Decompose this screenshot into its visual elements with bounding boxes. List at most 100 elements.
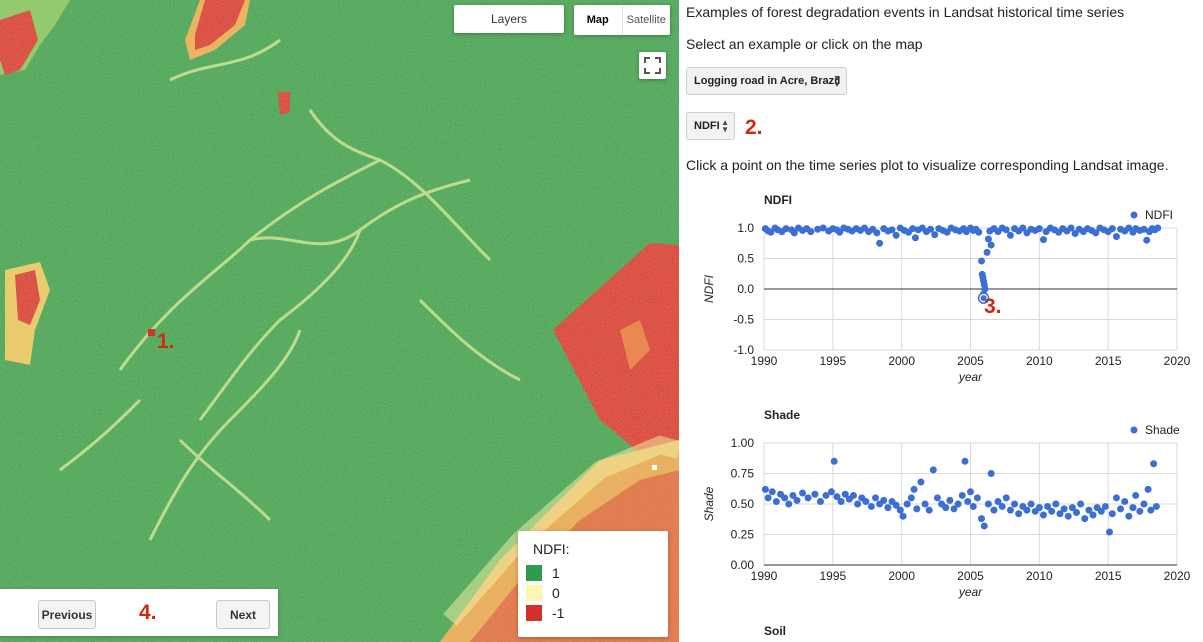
ndfi-data-point[interactable] bbox=[1035, 225, 1043, 233]
shade-data-point[interactable] bbox=[1077, 500, 1085, 508]
shade-data-point[interactable] bbox=[921, 500, 929, 508]
shade-data-point[interactable] bbox=[917, 478, 925, 486]
shade-data-point[interactable] bbox=[1073, 509, 1081, 517]
ndfi-data-point[interactable] bbox=[876, 239, 884, 247]
shade-data-point[interactable] bbox=[998, 502, 1006, 510]
shade-data-point[interactable] bbox=[1125, 512, 1133, 520]
shade-data-point[interactable] bbox=[1064, 512, 1072, 520]
ndfi-data-point[interactable] bbox=[892, 231, 900, 239]
shade-data-point[interactable] bbox=[837, 498, 845, 506]
shade-data-point[interactable] bbox=[1006, 506, 1014, 514]
shade-data-point[interactable] bbox=[804, 494, 812, 502]
shade-data-point[interactable] bbox=[1108, 510, 1116, 518]
shade-data-point[interactable] bbox=[1144, 485, 1152, 493]
shade-data-point[interactable] bbox=[772, 498, 780, 506]
ndfi-data-point[interactable] bbox=[1154, 224, 1162, 232]
ndfi-data-point[interactable] bbox=[1112, 233, 1120, 241]
shade-data-point[interactable] bbox=[1150, 460, 1158, 468]
shade-data-point[interactable] bbox=[925, 506, 933, 514]
shade-data-point[interactable] bbox=[903, 500, 911, 508]
ndfi-data-point[interactable] bbox=[983, 248, 991, 256]
shade-data-point[interactable] bbox=[896, 506, 904, 514]
shade-data-point[interactable] bbox=[899, 512, 907, 520]
shade-data-point[interactable] bbox=[880, 496, 888, 504]
shade-data-point[interactable] bbox=[1023, 506, 1031, 514]
shade-data-point[interactable] bbox=[854, 500, 862, 508]
map-type-map-button[interactable]: Map bbox=[574, 5, 623, 35]
shade-data-point[interactable] bbox=[793, 496, 801, 504]
shade-data-point[interactable] bbox=[1035, 504, 1043, 512]
previous-button[interactable]: Previous bbox=[38, 600, 96, 629]
layers-button[interactable]: Layers bbox=[454, 5, 564, 33]
shade-data-point[interactable] bbox=[1101, 502, 1109, 510]
ndfi-data-point[interactable] bbox=[1108, 225, 1116, 233]
shade-data-point[interactable] bbox=[1117, 505, 1125, 513]
shade-data-point[interactable] bbox=[913, 505, 921, 513]
shade-data-point[interactable] bbox=[1136, 507, 1144, 515]
shade-data-point[interactable] bbox=[907, 494, 915, 502]
shade-data-point[interactable] bbox=[768, 488, 776, 496]
map-view[interactable]: 1. Layers Map Satellite NDFI: 1 0 -1 Pre… bbox=[0, 0, 679, 642]
shade-data-point[interactable] bbox=[1112, 494, 1120, 502]
shade-data-point[interactable] bbox=[827, 488, 835, 496]
ndfi-data-point[interactable] bbox=[1006, 231, 1014, 239]
next-button[interactable]: Next bbox=[216, 600, 270, 629]
shade-data-point[interactable] bbox=[785, 500, 793, 508]
shade-data-point[interactable] bbox=[910, 485, 918, 493]
shade-data-point[interactable] bbox=[946, 496, 954, 504]
shade-data-point[interactable] bbox=[816, 498, 824, 506]
shade-data-point[interactable] bbox=[1011, 500, 1019, 508]
shade-chart[interactable]: Shade1.000.750.500.250.001990 1995 2000 200… bbox=[679, 400, 1203, 615]
shade-data-point[interactable] bbox=[811, 490, 819, 498]
shade-data-point[interactable] bbox=[799, 489, 807, 497]
shade-data-point[interactable] bbox=[872, 494, 880, 502]
shade-data-point[interactable] bbox=[830, 457, 838, 465]
ndfi-data-point[interactable] bbox=[1143, 236, 1151, 244]
ndfi-data-point[interactable] bbox=[911, 234, 919, 242]
ndfi-data-point[interactable] bbox=[807, 228, 815, 236]
shade-data-point[interactable] bbox=[1106, 528, 1114, 536]
map-type-satellite-button[interactable]: Satellite bbox=[623, 5, 671, 35]
shade-data-point[interactable] bbox=[1089, 511, 1097, 519]
shade-data-point[interactable] bbox=[929, 466, 937, 474]
shade-data-point[interactable] bbox=[1129, 504, 1137, 512]
shade-data-point[interactable] bbox=[781, 494, 789, 502]
shade-data-point[interactable] bbox=[987, 470, 995, 477]
ndfi-chart[interactable]: NDFI1.00.50.0-0.5-1.01990 1995 2000 2005 201… bbox=[679, 185, 1203, 395]
shade-data-point[interactable] bbox=[973, 494, 981, 502]
shade-data-point[interactable] bbox=[862, 498, 870, 506]
shade-data-point[interactable] bbox=[978, 515, 986, 523]
shade-data-point[interactable] bbox=[761, 485, 769, 493]
shade-data-point[interactable] bbox=[1121, 498, 1129, 506]
shade-data-point[interactable] bbox=[1081, 515, 1089, 523]
shade-data-point[interactable] bbox=[1052, 500, 1060, 508]
ndfi-legend-marker[interactable] bbox=[1130, 211, 1138, 219]
index-select[interactable]: NDFI ▲ ▼ bbox=[686, 112, 735, 140]
fullscreen-button[interactable] bbox=[639, 52, 666, 79]
shade-data-point[interactable] bbox=[980, 522, 988, 530]
shade-data-point[interactable] bbox=[1152, 502, 1160, 510]
shade-data-point[interactable] bbox=[990, 506, 998, 514]
shade-data-point[interactable] bbox=[958, 491, 966, 499]
shade-data-point[interactable] bbox=[1039, 511, 1047, 519]
shade-data-point[interactable] bbox=[867, 502, 875, 510]
example-select[interactable]: Logging road in Acre, Brazil ▲ ▼ bbox=[686, 67, 847, 95]
ndfi-data-point[interactable] bbox=[984, 235, 992, 243]
shade-data-point[interactable] bbox=[1048, 507, 1056, 515]
ndfi-data-point[interactable] bbox=[978, 257, 986, 265]
shade-data-point[interactable] bbox=[967, 488, 974, 496]
ndfi-data-point[interactable] bbox=[975, 228, 983, 236]
shade-data-point[interactable] bbox=[933, 494, 941, 502]
shade-data-point[interactable] bbox=[961, 457, 969, 465]
shade-data-point[interactable] bbox=[954, 500, 962, 508]
shade-data-point[interactable] bbox=[884, 504, 892, 512]
shade-data-point[interactable] bbox=[1027, 500, 1035, 508]
shade-data-point[interactable] bbox=[1060, 505, 1068, 513]
shade-data-point[interactable] bbox=[1132, 491, 1140, 499]
shade-data-point[interactable] bbox=[984, 500, 992, 508]
shade-legend-marker[interactable] bbox=[1130, 426, 1138, 434]
ndfi-data-point[interactable] bbox=[1039, 236, 1047, 244]
shade-data-point[interactable] bbox=[1015, 510, 1023, 518]
shade-data-point[interactable] bbox=[969, 502, 977, 510]
shade-data-point[interactable] bbox=[849, 491, 857, 499]
